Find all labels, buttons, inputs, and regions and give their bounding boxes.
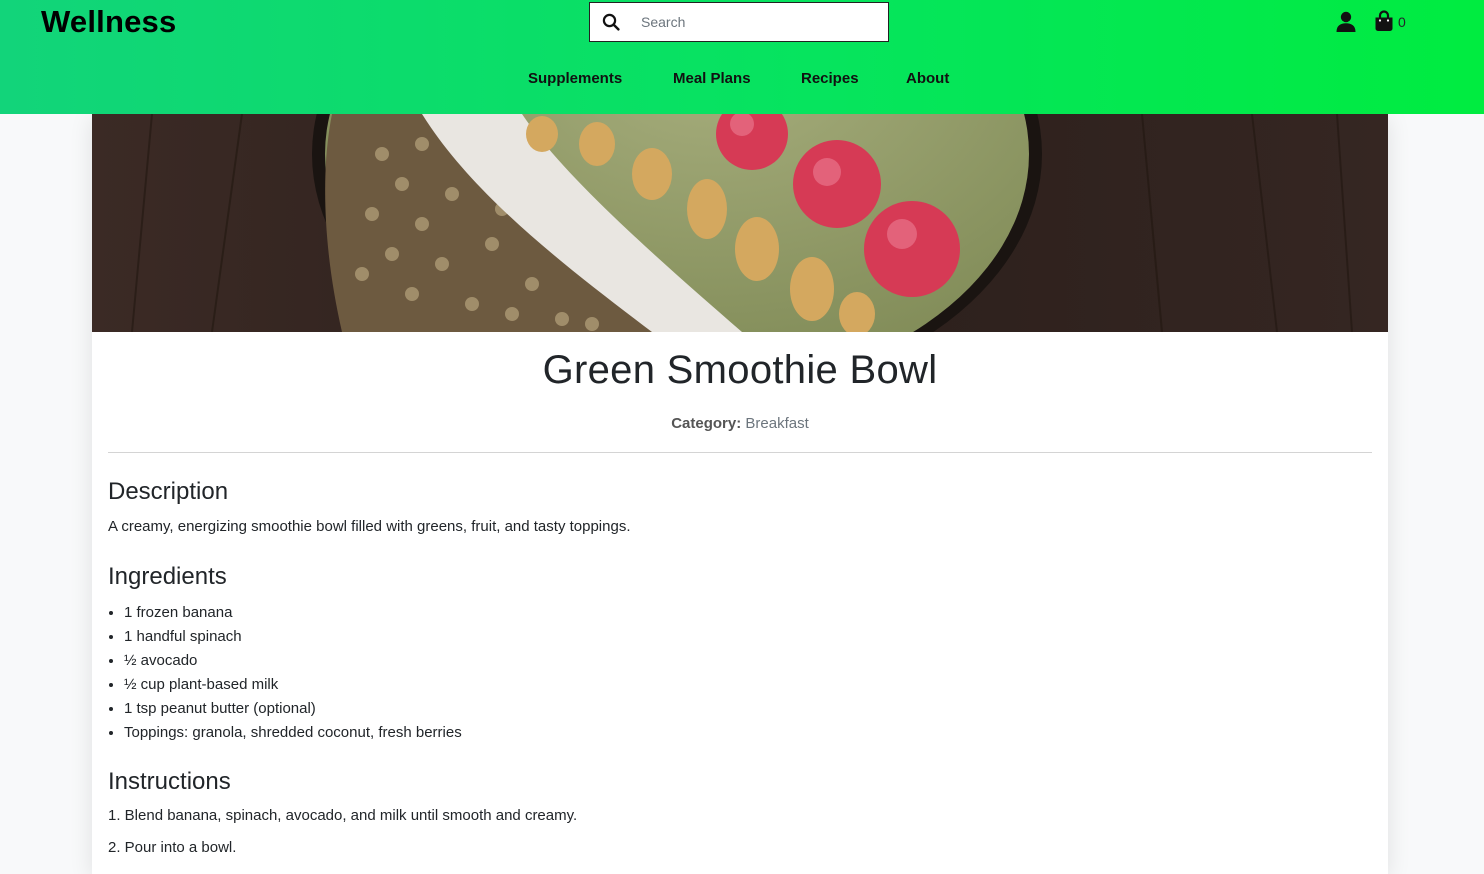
- recipe-category: Category: Breakfast: [92, 415, 1388, 432]
- ingredient-item: 1 handful spinach: [124, 625, 462, 649]
- instruction-step: 1. Blend banana, spinach, avocado, and m…: [108, 807, 578, 824]
- nav-link-about[interactable]: About: [906, 70, 949, 87]
- nav-link-supplements[interactable]: Supplements: [528, 70, 622, 87]
- search-input[interactable]: [639, 5, 879, 39]
- instructions-heading: Instructions: [108, 768, 231, 795]
- category-value: Breakfast: [745, 415, 809, 432]
- main-nav: Supplements Meal Plans Recipes About: [0, 70, 1484, 96]
- ingredient-item: ½ cup plant-based milk: [124, 673, 462, 697]
- divider: [108, 452, 1372, 453]
- category-label: Category:: [671, 415, 742, 432]
- user-icon[interactable]: [1336, 11, 1356, 33]
- site-header: Wellness 0 Supplements Meal Plans Recipe…: [0, 0, 1484, 114]
- search-icon[interactable]: [593, 3, 629, 41]
- ingredients-list: 1 frozen banana 1 handful spinach ½ avoc…: [108, 601, 462, 745]
- ingredient-item: ½ avocado: [124, 649, 462, 673]
- search-box[interactable]: [589, 2, 889, 42]
- instruction-step: 2. Pour into a bowl.: [108, 839, 237, 856]
- recipe-title: Green Smoothie Bowl: [542, 348, 938, 392]
- ingredient-item: Toppings: granola, shredded coconut, fre…: [124, 721, 462, 745]
- recipe-hero-image: [92, 114, 1388, 332]
- shopping-bag-icon[interactable]: [1374, 10, 1394, 32]
- recipe-card: Green Smoothie Bowl Category: Breakfast …: [92, 114, 1388, 874]
- ingredient-item: 1 tsp peanut butter (optional): [124, 697, 462, 721]
- cart-count-badge[interactable]: 0: [1398, 14, 1406, 30]
- nav-link-meal-plans[interactable]: Meal Plans: [673, 70, 751, 87]
- nav-link-recipes[interactable]: Recipes: [801, 70, 859, 87]
- ingredients-heading: Ingredients: [108, 563, 227, 590]
- brand-logo[interactable]: Wellness: [41, 4, 176, 40]
- description-text: A creamy, energizing smoothie bowl fille…: [108, 518, 631, 535]
- ingredient-item: 1 frozen banana: [124, 601, 462, 625]
- description-heading: Description: [108, 478, 229, 505]
